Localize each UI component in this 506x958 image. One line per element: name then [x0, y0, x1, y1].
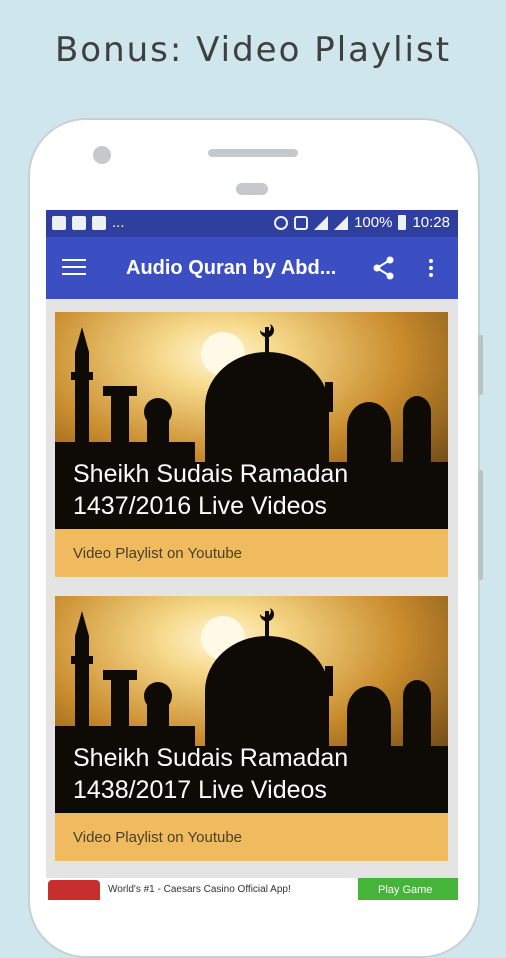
phone-screen: ... 100% 10:28 Audio Quran by Abd... She…	[46, 210, 458, 900]
page-headline: Bonus: Video Playlist	[54, 30, 452, 70]
earpiece-speaker	[208, 149, 298, 157]
hamburger-menu-icon[interactable]	[62, 259, 86, 277]
power-button	[478, 470, 483, 580]
app-title: Audio Quran by Abd...	[126, 257, 337, 279]
proximity-sensor	[236, 183, 268, 195]
battery-icon	[398, 215, 407, 230]
card-title-line: Sheikh Sudais Ramadan	[73, 460, 349, 488]
app-toolbar: Audio Quran by Abd...	[46, 237, 458, 299]
bluetooth-icon	[294, 215, 309, 230]
data-saver-icon	[274, 215, 289, 230]
share-icon[interactable]	[371, 255, 397, 281]
card-subtitle: Video Playlist on Youtube	[73, 829, 243, 846]
gallery-icon	[92, 215, 106, 230]
clock-time: 10:28	[412, 214, 450, 231]
ad-play-button[interactable]: Play Game	[358, 878, 458, 900]
wifi-icon	[314, 215, 329, 230]
image-icon	[72, 215, 86, 230]
overflow-menu-icon[interactable]	[428, 259, 434, 279]
ad-logo	[48, 880, 100, 900]
card-title: Sheikh Sudais Ramadan 1437/2016 Live Vid…	[73, 458, 443, 522]
status-bar: ... 100% 10:28	[46, 210, 458, 237]
battery-percent: 100%	[354, 214, 393, 231]
card-title-line: 1437/2016 Live Videos	[73, 492, 327, 520]
front-camera	[93, 146, 111, 164]
download-icon	[52, 215, 66, 230]
notification-ellipsis: ...	[112, 214, 125, 231]
volume-button	[478, 335, 483, 395]
card-title: Sheikh Sudais Ramadan 1438/2017 Live Vid…	[73, 742, 443, 806]
playlist-card[interactable]: Sheikh Sudais Ramadan 1437/2016 Live Vid…	[55, 312, 448, 577]
playlist-card[interactable]: Sheikh Sudais Ramadan 1438/2017 Live Vid…	[55, 596, 448, 861]
card-subtitle: Video Playlist on Youtube	[73, 545, 243, 562]
ad-text: World's #1 - Caesars Casino Official App…	[108, 884, 291, 895]
ad-banner[interactable]: World's #1 - Caesars Casino Official App…	[46, 878, 458, 900]
card-title-line: Sheikh Sudais Ramadan	[73, 744, 349, 772]
card-title-line: 1438/2017 Live Videos	[73, 776, 327, 804]
signal-icon	[334, 215, 349, 230]
